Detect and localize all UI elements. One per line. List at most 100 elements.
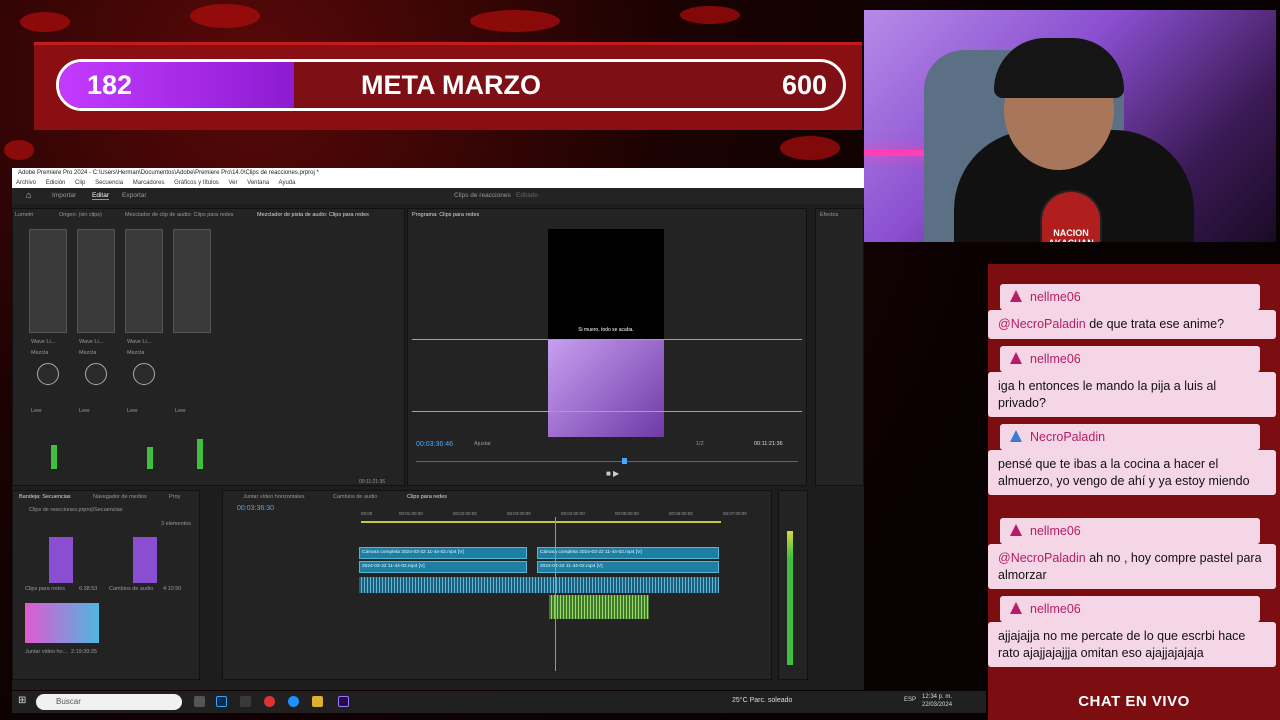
tab-efectos[interactable]: Efectos — [820, 212, 838, 218]
menu-marcadores[interactable]: Marcadores — [133, 180, 165, 186]
language-indicator[interactable]: ESP — [904, 697, 916, 703]
app-icon[interactable] — [240, 696, 251, 707]
folder-icon[interactable] — [312, 696, 323, 707]
menu-secuencia[interactable]: Secuencia — [95, 180, 123, 186]
tab-timeline[interactable]: Clips para redes — [407, 494, 447, 500]
play-icon[interactable]: ■ ▶ — [606, 469, 619, 478]
ruler-label: 00:03:00:00 — [507, 511, 531, 516]
crown-icon — [1010, 290, 1022, 302]
audio-clip[interactable] — [549, 595, 649, 619]
item-count: 3 elementos — [161, 521, 191, 527]
sequence-thumbnail[interactable] — [25, 603, 99, 643]
pan-knob[interactable] — [133, 363, 155, 385]
chat-message: iga h entonces le mando la pija a luis a… — [988, 372, 1276, 417]
video-clip[interactable]: Cámara completa 2024-03-22 11-44-02.mp4 … — [537, 547, 719, 559]
chat-message: @NecroPaladin de que trata ese anime? — [988, 310, 1276, 339]
crown-icon — [1010, 352, 1022, 364]
chat-username: nellme06 — [1000, 346, 1260, 372]
project-path: Clips de reacciones.prproj\Secuencias — [29, 507, 123, 513]
ruler-label: 00:00 — [361, 511, 373, 516]
task-view-icon[interactable] — [194, 696, 205, 707]
obs-icon[interactable] — [264, 696, 275, 707]
goal-title: META MARZO — [361, 70, 541, 100]
ruler-label: 00:05:00:00 — [615, 511, 639, 516]
timeline-panel: Juntar vídeo horizontales Cambios de aud… — [222, 490, 772, 680]
tab-importar[interactable]: Importar — [52, 192, 76, 199]
tab-lumetri[interactable]: Lumetri — [15, 212, 33, 218]
splatter — [470, 10, 560, 32]
clock[interactable]: 12:34 p. m. 22/03/2024 — [922, 693, 952, 709]
window-title: Adobe Premiere Pro 2024 - C:\Users\Herma… — [12, 168, 864, 178]
tab-timeline[interactable]: Cambios de audio — [333, 494, 377, 500]
track-fader[interactable] — [173, 229, 211, 333]
program-scrubber[interactable] — [416, 461, 798, 462]
menu-ver[interactable]: Ver — [228, 180, 237, 186]
sequence-thumbnail[interactable] — [49, 537, 73, 583]
level-meter — [197, 439, 203, 469]
item-duration: 4:10:50 — [163, 586, 182, 592]
video-clip[interactable]: Cámara completa 2024-03-22 11-44-02.mp4 … — [359, 547, 527, 559]
pan-knob[interactable] — [37, 363, 59, 385]
tab-exportar[interactable]: Exportar — [122, 192, 147, 199]
project-title: Clips de reacciones — [454, 192, 511, 199]
tab-navegador[interactable]: Navegador de medios — [93, 494, 147, 500]
track-fader[interactable] — [77, 229, 115, 333]
ruler-label: 00:07:00:00 — [723, 511, 747, 516]
menu-ayuda[interactable]: Ayuda — [279, 180, 296, 186]
ruler-label: 00:02:00:00 — [453, 511, 477, 516]
fit-dropdown[interactable]: Ajustar — [474, 441, 491, 447]
sequence-thumbnail[interactable] — [133, 537, 157, 583]
effect-label: Wave Li... — [79, 339, 104, 345]
track-fader[interactable] — [125, 229, 163, 333]
stream-overlay-screen: { "goal": {"current": "182", "title": "M… — [0, 0, 1280, 720]
item-name: Juntar video ho... — [25, 649, 68, 655]
menu-edicion[interactable]: Edición — [46, 180, 66, 186]
tab-track-mixer[interactable]: Mezclador de pista de audio: Clips para … — [257, 212, 369, 218]
splatter — [4, 140, 34, 160]
work-area-bar[interactable] — [361, 521, 721, 523]
crown-icon — [1010, 602, 1022, 614]
menu-clip[interactable]: Clip — [75, 180, 85, 186]
windows-icon[interactable]: ⊞ — [18, 695, 26, 706]
chat-title: CHAT EN VIVO — [1078, 693, 1190, 710]
tab-proy[interactable]: Proy — [169, 494, 180, 500]
tab-clip-mixer[interactable]: Mezclador de clip de audio: Clips para r… — [125, 212, 234, 218]
tab-timeline[interactable]: Juntar vídeo horizontales — [243, 494, 304, 500]
video-webcam-frame — [548, 339, 664, 437]
edge-icon[interactable] — [288, 696, 299, 707]
audio-clip[interactable] — [359, 577, 719, 593]
tab-bandeja[interactable]: Bandeja: Secuencias — [19, 494, 71, 500]
timeline-playhead[interactable] — [555, 517, 556, 671]
timeline-timecode[interactable]: 00:03:36:30 — [237, 505, 274, 512]
home-icon[interactable]: ⌂ — [26, 190, 31, 200]
ruler-label: 00:06:00:00 — [669, 511, 693, 516]
read-label: Leer — [31, 408, 43, 414]
badge-icons — [1010, 430, 1022, 442]
program-duration: 00:11:21:36 — [754, 441, 783, 447]
track-fader[interactable] — [29, 229, 67, 333]
item-duration: 2:19:39:25 — [71, 649, 97, 655]
tab-editar[interactable]: Editar — [92, 192, 109, 200]
premiere-icon[interactable] — [338, 696, 349, 707]
search-input[interactable]: Buscar — [36, 694, 182, 710]
weather-widget[interactable]: 25°C Parc. soleado — [732, 697, 792, 704]
program-playhead[interactable] — [622, 458, 627, 464]
tab-origen[interactable]: Origen: (sin clips) — [59, 212, 102, 218]
video-clip[interactable]: 2024-03-22 11-44-02.mp4 [V] — [537, 561, 719, 573]
webcam-feed: NACION AKACHAN — [864, 10, 1276, 242]
photoshop-icon[interactable] — [216, 696, 227, 707]
program-timecode[interactable]: 00:03:36:46 — [416, 441, 453, 448]
project-panel: Bandeja: Secuencias Navegador de medios … — [12, 490, 200, 680]
menu-archivo[interactable]: Archivo — [16, 180, 36, 186]
audio-mixer-panel: Lumetri Origen: (sin clips) Mezclador de… — [12, 208, 405, 486]
taskbar: ⊞ Buscar 25°C Parc. soleado ESP 12:34 p.… — [12, 691, 986, 713]
tab-program[interactable]: Programa: Clips para redes — [412, 212, 479, 218]
video-clip[interactable]: 2024-03-22 11-44-02.mp4 [V] — [359, 561, 527, 573]
pan-knob[interactable] — [85, 363, 107, 385]
splatter — [20, 12, 70, 32]
menu-graficos[interactable]: Gráficos y títulos — [174, 180, 219, 186]
chat-message: ajjajajja no me percate de lo que escrbi… — [988, 622, 1276, 667]
menu-ventana[interactable]: Ventana — [247, 180, 269, 186]
streamer-hair — [994, 38, 1124, 98]
resolution-dropdown[interactable]: 1/2 — [696, 441, 704, 447]
